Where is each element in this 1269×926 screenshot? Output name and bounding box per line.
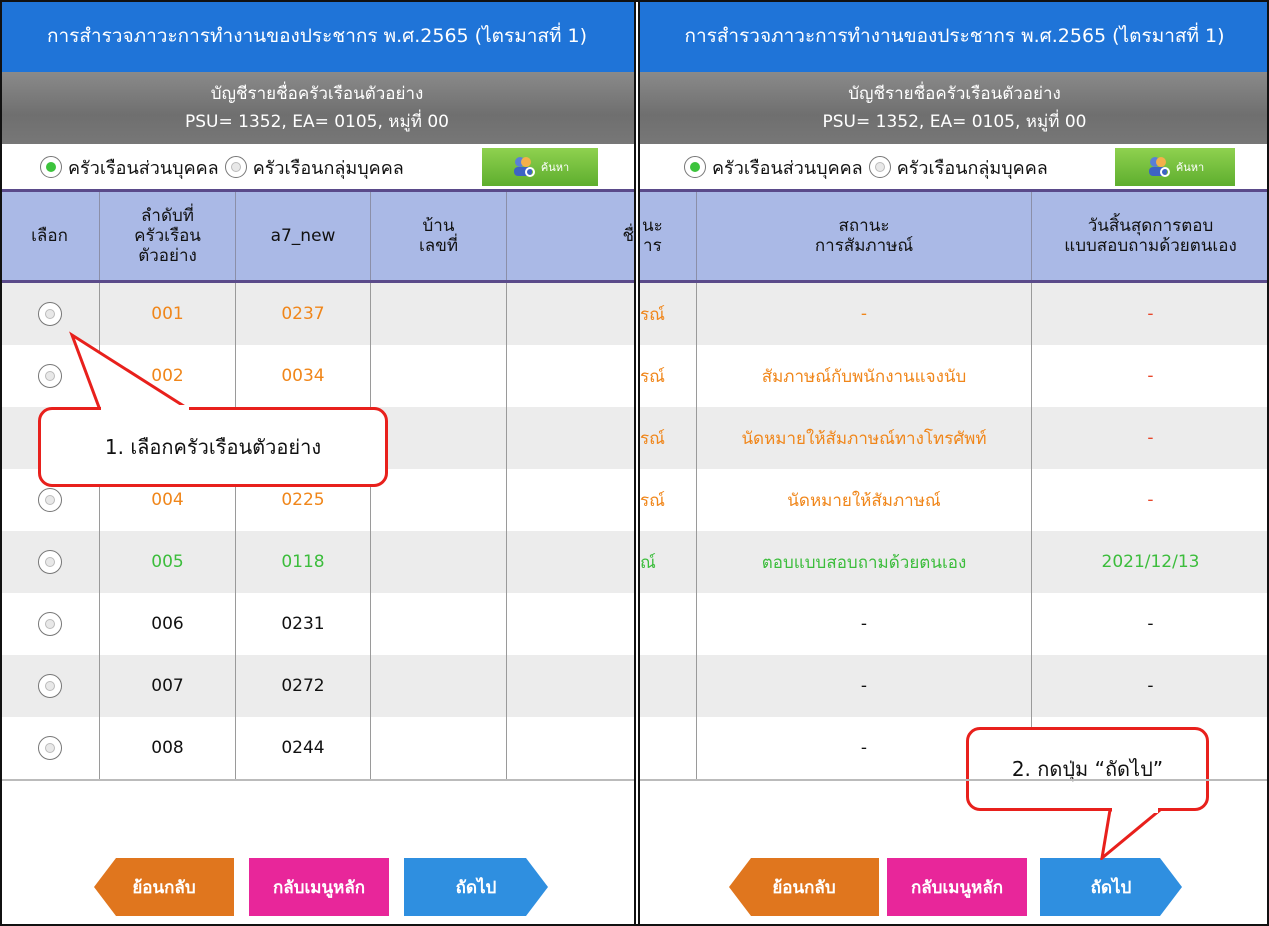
table-row[interactable]: รณ์ สัมภาษณ์กับพนักงานแจงนับ -	[640, 345, 1269, 407]
main-menu-label: กลับเมนูหลัก	[272, 877, 366, 898]
end-date-cell: -	[1147, 304, 1154, 324]
house-no-cell	[371, 717, 507, 779]
row-radio[interactable]	[37, 550, 62, 574]
callout-join-1	[101, 405, 189, 411]
prev-col-cell: รณ์	[640, 469, 697, 531]
back-button[interactable]: ย้อนกลับ	[94, 858, 234, 916]
callout-join-2	[1112, 807, 1158, 813]
status-cell: สัมภาษณ์กับพนักงานแจงนับ	[697, 345, 1032, 407]
next-label-2: ถัดไป	[1090, 877, 1132, 898]
radio-private-household-2[interactable]	[684, 156, 706, 178]
name-cell	[507, 531, 634, 593]
back-label: ย้อนกลับ	[132, 877, 196, 898]
table-row[interactable]: 007 0272	[0, 655, 634, 717]
a7-cell: 0231	[236, 593, 371, 655]
select-cell[interactable]	[0, 717, 100, 779]
name-cell	[507, 593, 634, 655]
seq-cell: 008	[100, 717, 236, 779]
end-date-cell: -	[1147, 614, 1154, 634]
status-cell: นัดหมายให้สัมภาษณ์ทางโทรศัพท์	[697, 407, 1032, 469]
select-cell[interactable]	[0, 655, 100, 717]
callout-press-next: 2. กดปุ่ม “ถัดไป”	[966, 727, 1209, 811]
status-cell: -	[697, 283, 1032, 345]
end-date-cell: -	[1147, 428, 1154, 448]
a7-cell: 0118	[236, 531, 371, 593]
name-cell	[507, 717, 634, 779]
row-radio[interactable]	[37, 612, 62, 636]
end-date-cell: 2021/12/13	[1101, 552, 1200, 572]
seq-cell: 006	[100, 593, 236, 655]
prev-col-cell: รณ์	[640, 345, 697, 407]
a7-cell: 0244	[236, 717, 371, 779]
table-row[interactable]: รณ์ นัดหมายให้สัมภาษณ์ -	[640, 469, 1269, 531]
prev-col-cell: รณ์	[640, 407, 697, 469]
table-row[interactable]: รณ์ นัดหมายให้สัมภาษณ์ทางโทรศัพท์ -	[640, 407, 1269, 469]
select-cell[interactable]	[0, 593, 100, 655]
search-label-2: ค้นหา	[1175, 161, 1205, 174]
table-row[interactable]: รณ์ - -	[640, 283, 1269, 345]
main-menu-label-2: กลับเมนูหลัก	[910, 877, 1004, 898]
select-cell[interactable]	[0, 531, 100, 593]
col-selfresponse-end: วันสิ้นสุดการตอบ แบบสอบถามด้วยตนเอง	[1064, 216, 1237, 256]
next-button-2[interactable]: ถัดไป	[1040, 858, 1182, 916]
row-radio[interactable]	[37, 488, 62, 512]
house-no-cell	[371, 593, 507, 655]
radio-group-label-2: ครัวเรือนกลุ่มบุคคล	[896, 157, 1048, 179]
row-radio[interactable]	[37, 736, 62, 760]
table-bottom-rule	[640, 779, 1269, 781]
right-screen: การสำรวจภาวะการทำงานของประชากร พ.ศ.2565 …	[640, 0, 1269, 926]
table-row[interactable]: 008 0244	[0, 717, 634, 779]
callout-pointer-1	[69, 331, 196, 412]
status-cell: นัดหมายให้สัมภาษณ์	[697, 469, 1032, 531]
main-menu-button[interactable]: กลับเมนูหลัก	[249, 858, 389, 916]
col-interview-status: สถานะ การสัมภาษณ์	[697, 192, 1032, 280]
back-button-2[interactable]: ย้อนกลับ	[729, 858, 879, 916]
name-cell	[507, 655, 634, 717]
table-row[interactable]: 006 0231	[0, 593, 634, 655]
house-no-cell	[371, 531, 507, 593]
psu-ea-info-2: PSU= 1352, EA= 0105, หมู่ที่ 00	[822, 112, 1087, 132]
list-header-2: บัญชีรายชื่อครัวเรือนตัวอย่าง PSU= 1352,…	[640, 72, 1269, 144]
prev-col-cell	[640, 593, 697, 655]
prev-col-cell: ณ์	[640, 531, 697, 593]
seq-cell: 007	[100, 655, 236, 717]
a7-cell: 0272	[236, 655, 371, 717]
house-no-cell	[371, 469, 507, 531]
list-title-2: บัญชีรายชื่อครัวเรือนตัวอย่าง	[848, 84, 1061, 104]
prev-col-cell: รณ์	[640, 283, 697, 345]
app-title-2: การสำรวจภาวะการทำงานของประชากร พ.ศ.2565 …	[640, 0, 1269, 72]
end-date-cell: -	[1147, 366, 1154, 386]
callout-1-text: 1. เลือกครัวเรือนตัวอย่าง	[104, 435, 322, 459]
name-cell	[507, 469, 634, 531]
search-button-2[interactable]: ค้นหา	[1115, 148, 1235, 186]
main-menu-button-2[interactable]: กลับเมนูหลัก	[887, 858, 1027, 916]
row-radio[interactable]	[37, 674, 62, 698]
back-label-2: ย้อนกลับ	[772, 877, 836, 898]
table-row[interactable]: 005 0118	[0, 531, 634, 593]
house-no-cell	[371, 655, 507, 717]
left-screen: การสำรวจภาวะการทำงานของประชากร พ.ศ.2565 …	[0, 0, 634, 926]
col-prev-cut: นะ าร	[640, 192, 697, 280]
radio-group-household-2[interactable]	[868, 156, 891, 178]
table-bottom-rule	[0, 779, 634, 781]
people-search-icon-2	[1146, 154, 1172, 180]
next-label: ถัดไป	[455, 877, 497, 898]
end-date-cell: -	[1147, 490, 1154, 510]
seq-cell: 005	[100, 531, 236, 593]
radio-private-label-2: ครัวเรือนส่วนบุคคล	[712, 157, 863, 179]
status-cell: -	[697, 593, 1032, 655]
table-row[interactable]: ณ์ ตอบแบบสอบถามด้วยตนเอง 2021/12/13	[640, 531, 1269, 593]
table-row[interactable]: - -	[640, 593, 1269, 655]
next-button[interactable]: ถัดไป	[404, 858, 548, 916]
callout-select-household: 1. เลือกครัวเรือนตัวอย่าง	[38, 407, 388, 487]
status-cell: ตอบแบบสอบถามด้วยตนเอง	[697, 531, 1032, 593]
table-header-2: นะ าร สถานะ การสัมภาษณ์ วันสิ้นสุดการตอบ…	[640, 189, 1269, 283]
